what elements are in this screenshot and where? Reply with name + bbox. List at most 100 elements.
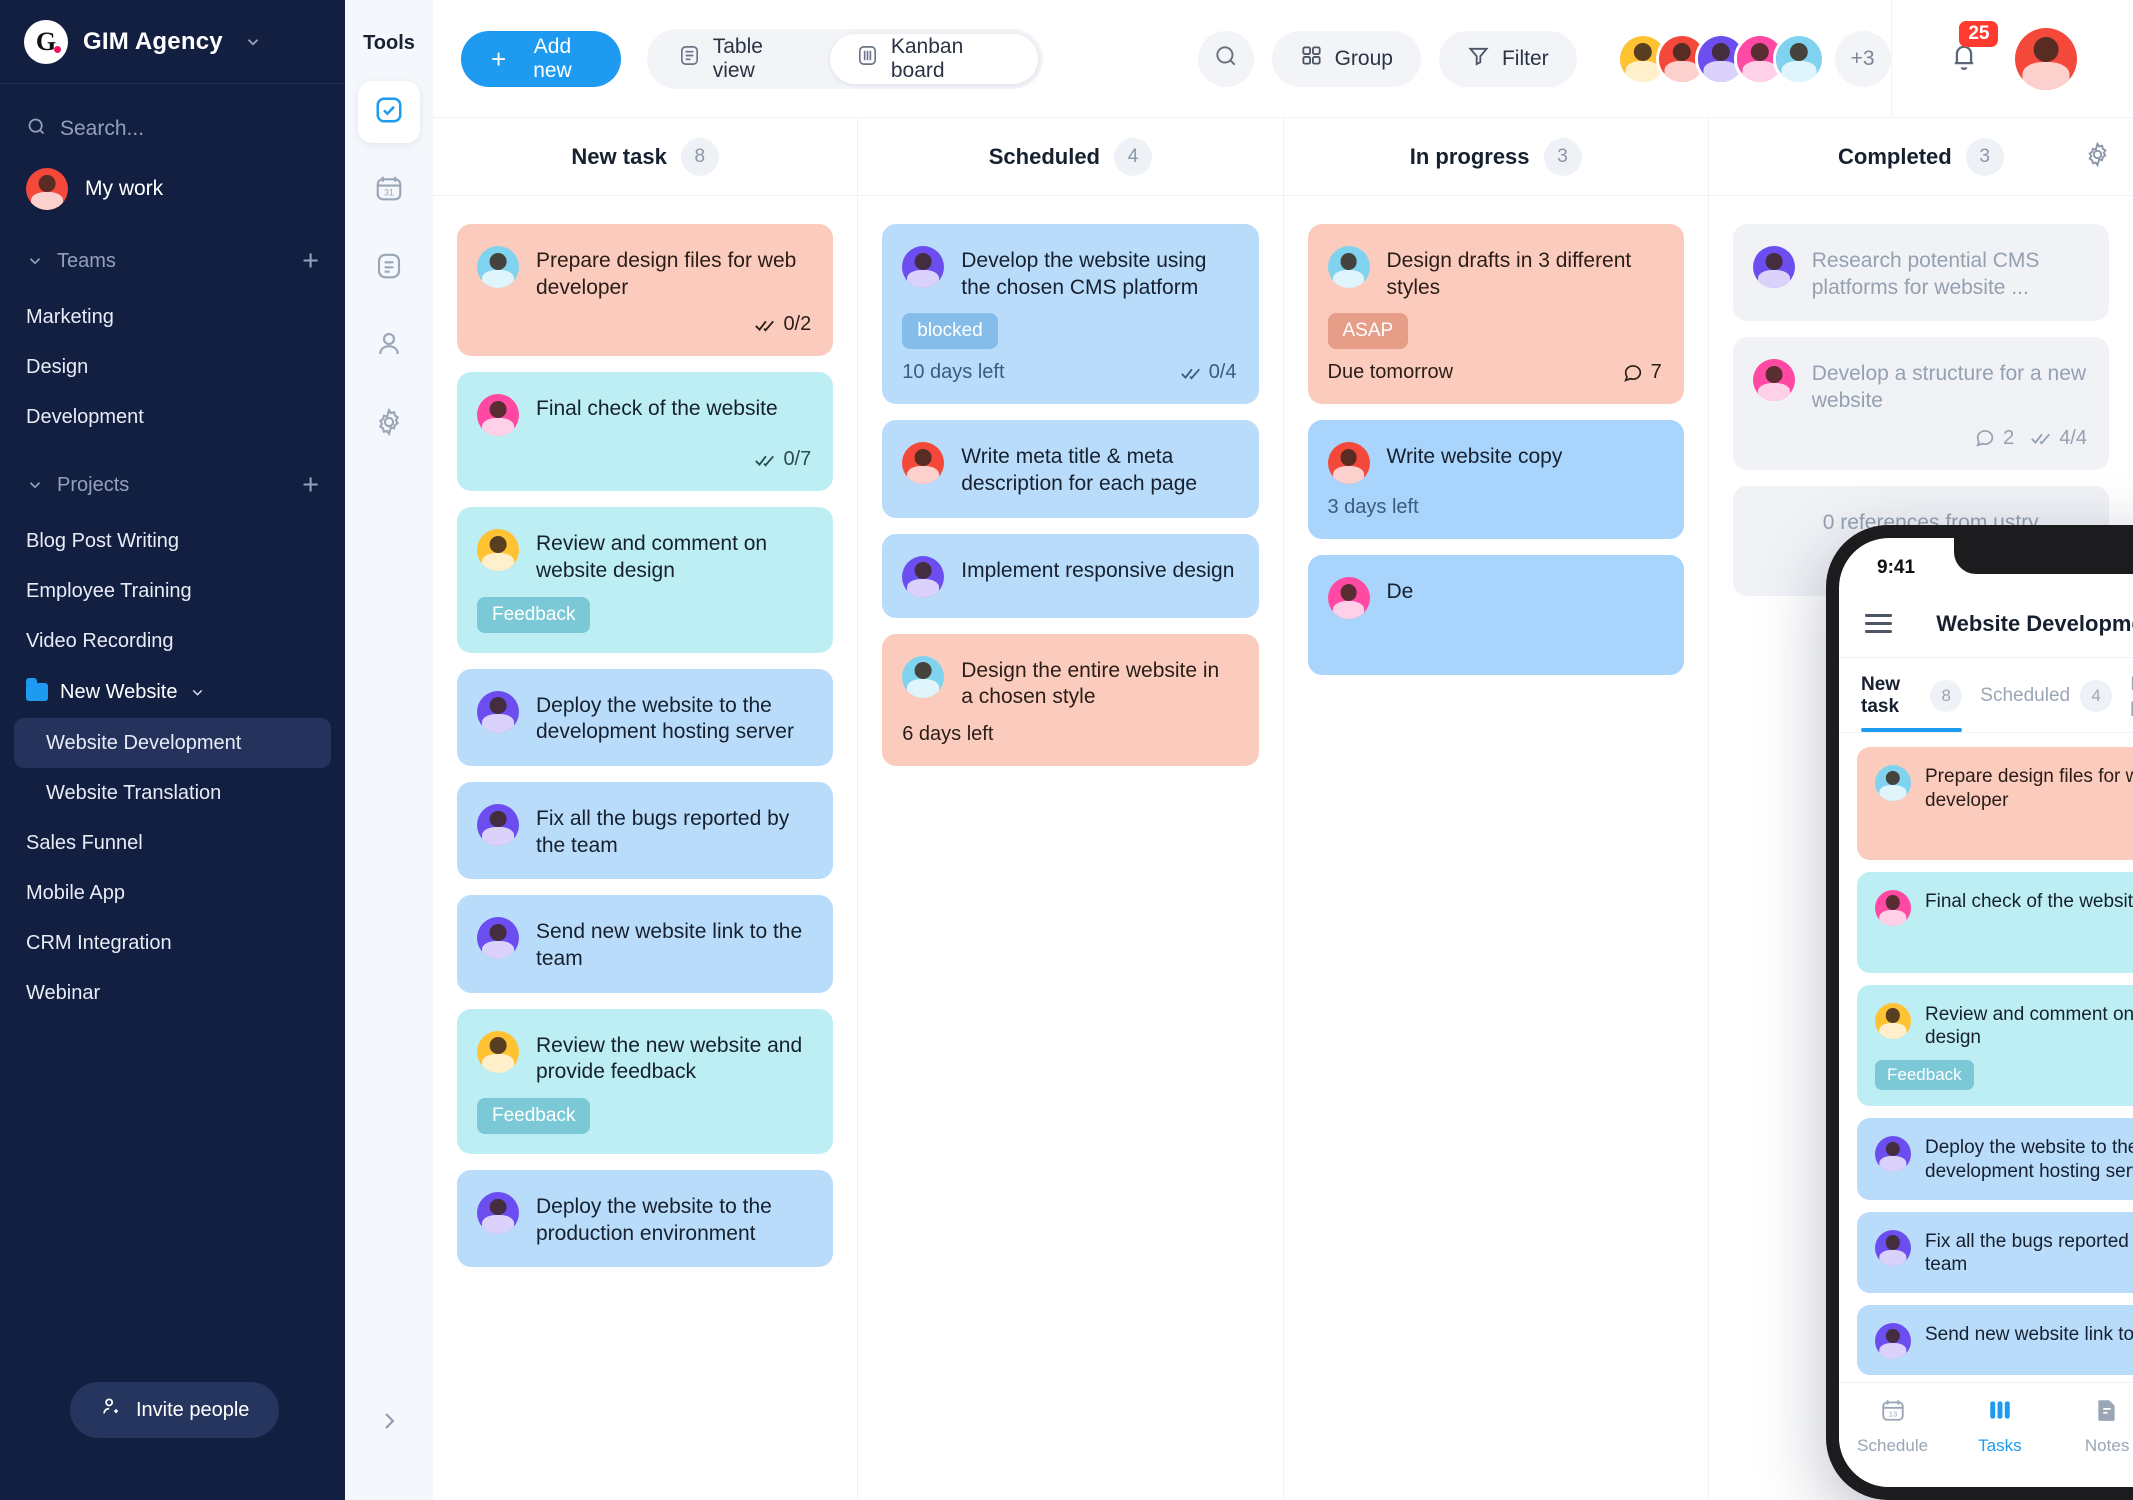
phone-task-card[interactable]: Review and comment on website design Fee… (1857, 984, 2133, 1106)
add-project-button[interactable]: + (302, 470, 319, 500)
sidebar-item-my-work[interactable]: My work (0, 160, 345, 218)
task-card[interactable]: Fix all the bugs reported by the team (457, 781, 834, 880)
phone-task-card[interactable]: Send new website link to the team (1857, 1305, 2133, 1375)
column-header[interactable]: Scheduled 4 (858, 118, 1283, 196)
phone-task-card[interactable]: Deploy the website to the development ho… (1857, 1118, 2133, 1200)
task-card[interactable]: Write website copy 3 days left (1307, 420, 1684, 540)
sidebar-item-website-development[interactable]: Website Development (14, 718, 331, 768)
sidebar-group-projects[interactable]: Projects + (0, 454, 345, 516)
double-check-icon (755, 320, 775, 332)
phone-nav-notes[interactable]: Notes (2054, 1397, 2133, 1456)
kanban-column-new-task: New task 8 Prepare design files for web … (433, 118, 859, 1500)
checklist-count: 4/4 (2059, 426, 2087, 449)
column-header[interactable]: In progress 3 (1283, 118, 1708, 196)
sidebar-item-mobile-app[interactable]: Mobile App (0, 868, 345, 918)
search-button[interactable] (1197, 30, 1254, 87)
task-title: Final check of the website (1925, 890, 2133, 912)
collapse-sidebar-button[interactable] (377, 1409, 401, 1438)
kanban-column-scheduled: Scheduled 4 Develop the website using th… (858, 118, 1284, 1500)
rail-item-notes[interactable] (358, 237, 420, 299)
add-new-button[interactable]: + Add new (461, 30, 621, 87)
column-title: New task (571, 143, 667, 169)
task-title: Design the entire website in a chosen st… (961, 658, 1220, 709)
phone-task-list: Prepare design files for web developer 0… (1839, 733, 2133, 1382)
task-card[interactable]: Send new website link to the team (457, 895, 834, 993)
phone-tab-scheduled[interactable]: Scheduled 4 (1980, 680, 2113, 726)
task-card[interactable]: Design drafts in 3 different styles ASAP… (1307, 224, 1684, 405)
phone-task-card[interactable]: Final check of the website 0/7 (1857, 871, 2133, 973)
member-avatars[interactable]: +3 (1616, 30, 1891, 87)
sidebar-item-webinar[interactable]: Webinar (0, 968, 345, 1018)
kanban-icon (856, 44, 879, 73)
task-card[interactable]: Review the new website and provide feedb… (457, 1008, 834, 1154)
sidebar-item-design[interactable]: Design (0, 342, 345, 392)
checklist-meta: 4/4 (2030, 427, 2087, 450)
task-card[interactable]: De (1307, 555, 1684, 676)
workspace-switcher[interactable]: G GIM Agency (0, 0, 345, 84)
tab-kanban-board[interactable]: Kanban board (829, 33, 1038, 84)
phone-nav-schedule[interactable]: 13 Schedule (1839, 1397, 1946, 1456)
task-title: Prepare design files for web developer (536, 249, 797, 299)
sidebar-item-marketing[interactable]: Marketing (0, 292, 345, 342)
rail-item-tasks[interactable] (358, 81, 420, 143)
task-card[interactable]: Write meta title & meta description for … (882, 420, 1259, 518)
comments-meta: 7 (1622, 361, 1662, 384)
phone-nav-tasks[interactable]: Tasks (1946, 1397, 2053, 1456)
column-title: Scheduled (988, 143, 1100, 169)
phone-task-card[interactable]: Prepare design files for web developer 0… (1857, 747, 2133, 860)
task-card[interactable]: Design the entire website in a chosen st… (882, 633, 1259, 766)
column-header[interactable]: New task 8 (433, 118, 858, 196)
task-card[interactable]: Develop the website using the chosen CMS… (882, 224, 1259, 405)
rail-item-settings[interactable] (358, 393, 420, 455)
sidebar-item-employee-training[interactable]: Employee Training (0, 566, 345, 616)
sidebar-item-crm-integration[interactable]: CRM Integration (0, 918, 345, 968)
task-title: Final check of the website (536, 397, 778, 421)
sidebar-item-label: Employee Training (26, 579, 192, 602)
sidebar-item-sales-funnel[interactable]: Sales Funnel (0, 818, 345, 868)
add-team-button[interactable]: + (302, 246, 319, 276)
notifications-button[interactable]: 25 (1947, 21, 1999, 78)
search-input[interactable]: Search... (0, 98, 345, 160)
task-card[interactable]: Develop a structure for a new website 2 … (1732, 337, 2109, 470)
hamburger-icon[interactable] (1865, 614, 1892, 633)
task-card[interactable]: Final check of the website 0/7 (457, 372, 834, 492)
column-header[interactable]: Completed 3 (1708, 118, 2133, 196)
table-icon (678, 44, 701, 73)
avatars-overflow[interactable]: +3 (1834, 30, 1891, 87)
sidebar-group-teams[interactable]: Teams + (0, 230, 345, 292)
board-settings-button[interactable] (2084, 141, 2111, 173)
phone-task-card[interactable]: Fix all the bugs reported by the team (1857, 1211, 2133, 1293)
sidebar: G GIM Agency Search... My work Teams + M… (0, 0, 345, 1500)
gear-icon (2088, 141, 2107, 167)
task-tag: ASAP (1327, 313, 1409, 350)
sidebar-item-blog-post-writing[interactable]: Blog Post Writing (0, 516, 345, 566)
invite-people-button[interactable]: Invite people (70, 1382, 280, 1438)
app-root: G GIM Agency Search... My work Teams + M… (0, 0, 2133, 1500)
task-card[interactable]: Review and comment on website design Fee… (457, 507, 834, 653)
checkbox-icon (374, 95, 404, 130)
sidebar-item-website-translation[interactable]: Website Translation (0, 768, 345, 818)
rail-item-people[interactable] (358, 315, 420, 377)
task-card[interactable]: Deploy the website to the development ho… (457, 668, 834, 766)
comment-count: 2 (2003, 426, 2015, 449)
tab-table-view[interactable]: Table view (652, 34, 828, 84)
sidebar-item-video-recording[interactable]: Video Recording (0, 616, 345, 666)
kanban-column-in-progress: In progress 3 Design drafts in 3 differe… (1283, 118, 1709, 1500)
profile-avatar[interactable] (2015, 27, 2078, 90)
group-button[interactable]: Group (1271, 30, 1421, 87)
rail-item-calendar[interactable]: 31 (358, 159, 420, 221)
task-card[interactable]: Prepare design files for web developer 0… (457, 224, 834, 357)
avatar[interactable] (1772, 32, 1825, 85)
sidebar-folder-new-website[interactable]: New Website (0, 666, 345, 718)
phone-tab-new-task[interactable]: New task 8 (1861, 674, 1963, 732)
task-card[interactable]: Research potential CMS platforms for web… (1732, 224, 2109, 322)
task-card[interactable]: Implement responsive design (882, 533, 1259, 618)
task-card[interactable]: Deploy the website to the production env… (457, 1169, 834, 1268)
avatar (1875, 1002, 1911, 1039)
column-cards: Develop the website using the chosen CMS… (858, 196, 1282, 794)
notes-icon (374, 251, 404, 286)
top-right-actions: 25 (1890, 0, 2133, 118)
filter-button[interactable]: Filter (1438, 30, 1577, 87)
avatar (1752, 246, 1795, 288)
sidebar-item-development[interactable]: Development (0, 392, 345, 442)
